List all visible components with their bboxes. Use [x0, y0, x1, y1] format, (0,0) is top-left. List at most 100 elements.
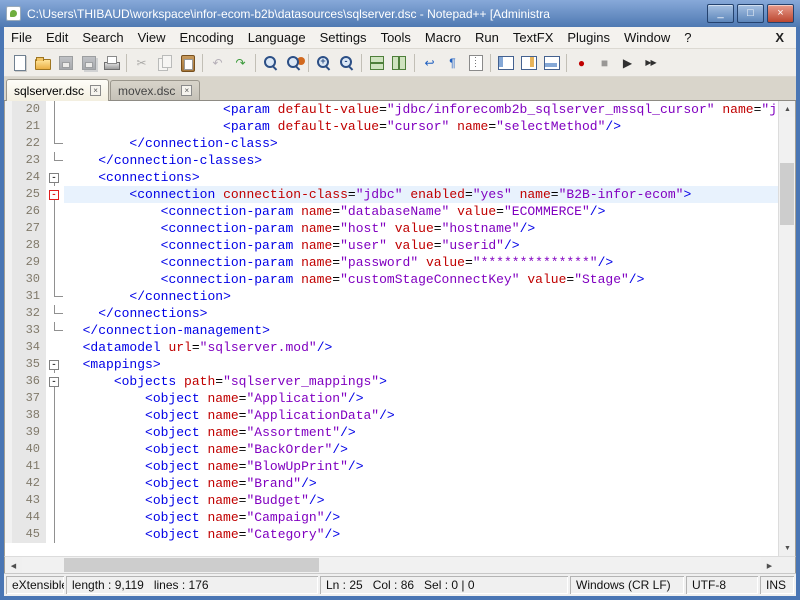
vertical-scrollbar[interactable]: ▲ ▼: [778, 101, 795, 556]
scroll-right-icon[interactable]: ▶: [761, 557, 778, 574]
code-line[interactable]: </connection-classes>: [64, 152, 778, 169]
editor-lines[interactable]: 20 <param default-value="jdbc/inforecomb…: [5, 101, 778, 556]
save-all-button[interactable]: [77, 51, 100, 74]
titlebar[interactable]: C:\Users\THIBAUD\workspace\infor-ecom-b2…: [0, 0, 800, 27]
function-list-button[interactable]: [494, 51, 517, 74]
code-line[interactable]: <connection connection-class="jdbc" enab…: [64, 186, 778, 203]
scroll-down-icon[interactable]: ▼: [779, 540, 796, 556]
line-number: 42: [12, 475, 46, 492]
code-line[interactable]: <datamodel url="sqlserver.mod"/>: [64, 339, 778, 356]
menu-file[interactable]: File: [4, 28, 39, 47]
tab-sqlserver-dsc[interactable]: sqlserver.dsc×: [6, 79, 109, 101]
code-line[interactable]: <param default-value="cursor" name="sele…: [64, 118, 778, 135]
code-line[interactable]: <objects path="sqlserver_mappings">: [64, 373, 778, 390]
macro-record-button[interactable]: ●: [570, 51, 593, 74]
undo-button[interactable]: ↶: [206, 51, 229, 74]
indent-guide-button[interactable]: [464, 51, 487, 74]
menu-encoding[interactable]: Encoding: [173, 28, 241, 47]
code-line[interactable]: <object name="Campaign"/>: [64, 509, 778, 526]
close-button[interactable]: ×: [767, 4, 794, 23]
new-file-button[interactable]: [8, 51, 31, 74]
code-line[interactable]: </connections>: [64, 305, 778, 322]
code-line[interactable]: <param default-value="jdbc/inforecomb2b_…: [64, 101, 778, 118]
hscroll-track[interactable]: [22, 557, 761, 573]
sync-vertical-button[interactable]: [365, 51, 388, 74]
vscroll-track[interactable]: [779, 117, 795, 540]
code-line[interactable]: <mappings>: [64, 356, 778, 373]
scroll-left-icon[interactable]: ◀: [5, 557, 22, 574]
code-line[interactable]: <object name="Category"/>: [64, 526, 778, 543]
code-line[interactable]: <connection-param name="password" value=…: [64, 254, 778, 271]
save-button[interactable]: [54, 51, 77, 74]
code-line[interactable]: </connection-management>: [64, 322, 778, 339]
code-line[interactable]: <connection-param name="host" value="hos…: [64, 220, 778, 237]
menu-plugins[interactable]: Plugins: [560, 28, 617, 47]
print-button[interactable]: [100, 51, 123, 74]
scroll-up-icon[interactable]: ▲: [779, 101, 796, 117]
menu-edit[interactable]: Edit: [39, 28, 75, 47]
editor-line: 43 <object name="Budget"/>: [5, 492, 778, 509]
bookmark-margin: [5, 271, 12, 288]
code-line[interactable]: <connection-param name="customStageConne…: [64, 271, 778, 288]
zoom-in-button[interactable]: [312, 51, 335, 74]
menu-language[interactable]: Language: [241, 28, 313, 47]
status-bar: eXtensiblelength : 9,119 lines : 176Ln :…: [4, 573, 796, 596]
menu-view[interactable]: View: [131, 28, 173, 47]
open-file-button[interactable]: [31, 51, 54, 74]
word-wrap-button[interactable]: ↩: [418, 51, 441, 74]
code-line[interactable]: <connection-param name="user" value="use…: [64, 237, 778, 254]
macro-play-button[interactable]: ▶: [616, 51, 639, 74]
cut-button[interactable]: ✂: [130, 51, 153, 74]
bookmark-margin: [5, 475, 12, 492]
minimize-button[interactable]: _: [707, 4, 734, 23]
redo-button[interactable]: ↷: [229, 51, 252, 74]
code-line[interactable]: <object name="Assortment"/>: [64, 424, 778, 441]
toolbar-separator: [361, 54, 362, 72]
maximize-button[interactable]: □: [737, 4, 764, 23]
macro-stop-button[interactable]: ■: [593, 51, 616, 74]
doc-map-button[interactable]: [517, 51, 540, 74]
line-number: 28: [12, 237, 46, 254]
hscroll-thumb[interactable]: [64, 558, 319, 572]
code-line[interactable]: <object name="Brand"/>: [64, 475, 778, 492]
tab-close-icon[interactable]: ×: [90, 85, 101, 96]
menu-macro[interactable]: Macro: [418, 28, 468, 47]
copy-button[interactable]: [153, 51, 176, 74]
editor-line: 22 </connection-class>: [5, 135, 778, 152]
menu-help[interactable]: ?: [677, 28, 698, 47]
code-line[interactable]: </connection-class>: [64, 135, 778, 152]
vscroll-thumb[interactable]: [780, 163, 794, 225]
show-all-chars-button[interactable]: ¶: [441, 51, 464, 74]
macro-run-multiple-button[interactable]: ▶▶: [639, 51, 662, 74]
zoom-out-button[interactable]: [335, 51, 358, 74]
code-line[interactable]: <connection-param name="databaseName" va…: [64, 203, 778, 220]
fold-collapse-icon[interactable]: -: [49, 360, 59, 370]
menu-window[interactable]: Window: [617, 28, 677, 47]
tab-movex-dsc[interactable]: movex.dsc×: [110, 80, 200, 100]
fold-collapse-icon[interactable]: -: [49, 173, 59, 183]
code-line[interactable]: <object name="BlowUpPrint"/>: [64, 458, 778, 475]
menu-run[interactable]: Run: [468, 28, 506, 47]
horizontal-scrollbar[interactable]: ◀ ▶: [4, 556, 796, 573]
code-line[interactable]: </connection>: [64, 288, 778, 305]
menu-tools[interactable]: Tools: [374, 28, 418, 47]
replace-button[interactable]: [282, 51, 305, 74]
code-line[interactable]: <object name="Budget"/>: [64, 492, 778, 509]
code-line[interactable]: <object name="Application"/>: [64, 390, 778, 407]
sync-horizontal-button[interactable]: [388, 51, 411, 74]
fold-collapse-icon[interactable]: -: [49, 377, 59, 387]
paste-button[interactable]: [176, 51, 199, 74]
menu-search[interactable]: Search: [75, 28, 130, 47]
find-button[interactable]: [259, 51, 282, 74]
code-line[interactable]: <object name="ApplicationData"/>: [64, 407, 778, 424]
code-line[interactable]: <connections>: [64, 169, 778, 186]
menu-textfx[interactable]: TextFX: [506, 28, 560, 47]
doc-switcher-button[interactable]: [540, 51, 563, 74]
menu-close-icon[interactable]: X: [763, 30, 796, 45]
menubar: FileEditSearchViewEncodingLanguageSettin…: [4, 27, 796, 49]
print-icon: [102, 53, 121, 72]
code-line[interactable]: <object name="BackOrder"/>: [64, 441, 778, 458]
menu-settings[interactable]: Settings: [313, 28, 374, 47]
fold-collapse-icon[interactable]: -: [49, 190, 59, 200]
tab-close-icon[interactable]: ×: [181, 85, 192, 96]
